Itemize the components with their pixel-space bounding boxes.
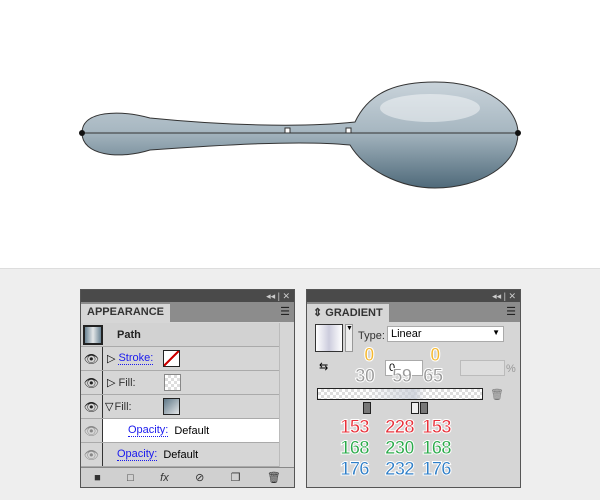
- artboard[interactable]: [0, 0, 600, 269]
- stroke-none-swatch[interactable]: [163, 350, 180, 367]
- eye-icon[interactable]: 👁: [81, 395, 103, 418]
- red-value-1: 153: [340, 417, 371, 439]
- annotation-location-3: 65: [422, 366, 443, 388]
- add-stroke-icon[interactable]: ■: [94, 472, 101, 484]
- aspect-input[interactable]: [460, 360, 505, 376]
- blue-value-1: 176: [340, 459, 371, 481]
- fill-gradient-swatch[interactable]: [163, 398, 180, 415]
- green-value-1: 168: [340, 438, 371, 460]
- stroke-link[interactable]: Stroke:: [118, 352, 154, 365]
- blue-value-3: 176: [422, 459, 453, 481]
- fill-transparent-swatch[interactable]: [164, 374, 181, 391]
- red-value-3: 153: [422, 417, 453, 439]
- eye-icon[interactable]: 👁: [81, 347, 103, 370]
- annotation-location-1: 30: [354, 366, 375, 388]
- eye-icon[interactable]: 👁: [81, 443, 103, 466]
- panel-menu-icon[interactable]: ☰: [506, 305, 516, 318]
- fill-label: Fill:: [118, 376, 136, 389]
- trash-icon[interactable]: 🗑: [267, 471, 281, 484]
- fx-button[interactable]: fx: [160, 472, 169, 484]
- clear-icon[interactable]: ⊘: [195, 471, 204, 484]
- opacity-link[interactable]: Opacity:: [117, 448, 158, 461]
- duplicate-icon[interactable]: ❐: [231, 471, 241, 484]
- add-fill-icon[interactable]: □: [127, 472, 134, 484]
- annotation-opacity-right: 0: [430, 345, 441, 367]
- type-select[interactable]: Linear ▼: [387, 326, 504, 342]
- gradient-panel: ◂◂ | ✕ ⇕ GRADIENT ☰ ▼ Type: Linear ▼ ⇆ 0 %…: [306, 289, 521, 488]
- percent-label: %: [506, 363, 516, 375]
- annotation-opacity-left: 0: [364, 345, 375, 367]
- green-value-3: 168: [422, 438, 453, 460]
- panel-titlebar[interactable]: ◂◂ | ✕: [81, 290, 294, 302]
- tab-gradient[interactable]: ⇕ GRADIENT: [307, 304, 389, 322]
- red-value-2: 228: [385, 417, 416, 439]
- opacity-link[interactable]: Opacity:: [128, 424, 169, 437]
- blue-value-2: 232: [385, 459, 416, 481]
- fill-label: Fill:: [114, 400, 132, 413]
- spoon-artwork[interactable]: [0, 0, 600, 269]
- color-stop-3[interactable]: [420, 402, 428, 414]
- eye-icon[interactable]: 👁: [81, 371, 103, 394]
- eye-icon[interactable]: 👁: [81, 419, 103, 442]
- reverse-gradient-icon[interactable]: ⇆: [319, 360, 328, 373]
- delete-stop-icon[interactable]: 🗑: [490, 388, 504, 401]
- gradient-preview-swatch[interactable]: [315, 324, 343, 352]
- scrollbar[interactable]: [279, 323, 294, 468]
- collapse-triangle-icon[interactable]: ▽: [105, 400, 113, 413]
- color-stop-1[interactable]: [363, 402, 371, 414]
- color-stop-2[interactable]: [411, 402, 419, 414]
- opacity-value: Default: [163, 448, 199, 461]
- gradient-dropdown-arrow[interactable]: ▼: [345, 324, 353, 352]
- appearance-panel: ◂◂ | ✕ APPEARANCE ☰ Path 👁 ▷ Stroke: 👁 ▷ Fill…: [80, 289, 295, 488]
- updown-icon: ⇕: [313, 307, 326, 319]
- panel-titlebar[interactable]: ◂◂ | ✕: [307, 290, 520, 302]
- tab-appearance[interactable]: APPEARANCE: [81, 304, 171, 322]
- green-value-2: 230: [385, 438, 416, 460]
- opacity-value: Default: [174, 424, 210, 437]
- type-label: Type:: [358, 330, 385, 342]
- expand-triangle-icon[interactable]: ▷: [107, 352, 115, 365]
- panel-menu-icon[interactable]: ☰: [280, 305, 290, 318]
- gradient-slider[interactable]: [317, 388, 483, 400]
- path-title: Path: [117, 328, 141, 341]
- path-thumbnail-icon: [83, 324, 103, 345]
- annotation-location-2: 59: [391, 366, 412, 388]
- expand-triangle-icon[interactable]: ▷: [107, 376, 115, 389]
